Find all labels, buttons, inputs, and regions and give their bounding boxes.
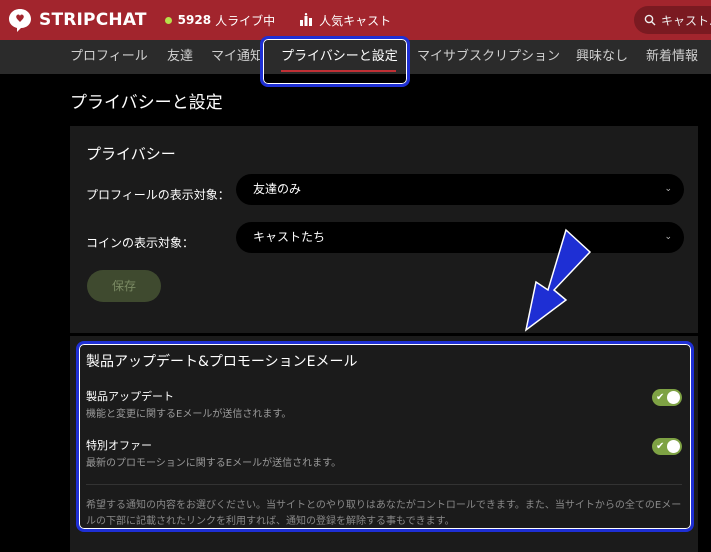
coin-visibility-select[interactable]: キャストたち ⌄ (236, 222, 684, 253)
live-status-dot (164, 16, 172, 24)
ranking-icon (300, 13, 313, 26)
page-title: プライバシーと設定 (70, 93, 223, 113)
privacy-card: プライバシー プロフィールの表示対象： 友達のみ ⌄ コインの表示対象： キャス… (70, 126, 698, 333)
privacy-title: プライバシー (86, 145, 176, 163)
highlight-box-tab (260, 36, 410, 87)
coin-visibility-value: キャストたち (253, 230, 326, 244)
live-label: 人ライブ中 (215, 13, 276, 28)
tab-my-notifications[interactable]: マイ通知 (211, 40, 263, 74)
coin-visibility-label: コインの表示対象： (86, 236, 195, 250)
live-counter[interactable]: 5928 人ライブ中 (164, 12, 276, 29)
chevron-down-icon: ⌄ (664, 232, 672, 242)
tab-profile[interactable]: プロフィール (70, 40, 148, 74)
tab-friends[interactable]: 友達 (167, 40, 193, 74)
search-icon (644, 14, 656, 26)
popular-casts-link[interactable]: 人気キャスト (299, 12, 391, 29)
tab-whats-new[interactable]: 新着情報 (646, 40, 698, 74)
arrow-down-left-icon (524, 228, 592, 332)
chevron-down-icon: ⌄ (664, 184, 672, 194)
tab-my-subscriptions[interactable]: マイサブスクリプション (417, 40, 560, 74)
highlight-box-email-card (76, 341, 694, 532)
brand-logo[interactable]: STRIPCHAT (7, 7, 147, 33)
search-placeholder: キャスト... (661, 13, 711, 28)
stripchat-logo-icon (9, 9, 31, 32)
popular-casts-label: 人気キャスト (319, 13, 392, 28)
live-count: 5928 (177, 13, 212, 27)
profile-visibility-label: プロフィールの表示対象： (86, 188, 230, 202)
save-button[interactable]: 保存 (87, 270, 161, 302)
tab-not-interested[interactable]: 興味なし (576, 40, 628, 74)
top-header: STRIPCHAT 5928 人ライブ中 人気キャスト キャスト... (0, 0, 711, 40)
profile-visibility-value: 友達のみ (253, 182, 302, 196)
profile-visibility-select[interactable]: 友達のみ ⌄ (236, 174, 684, 205)
brand-name: STRIPCHAT (39, 10, 147, 30)
search-input[interactable]: キャスト... (634, 6, 711, 34)
